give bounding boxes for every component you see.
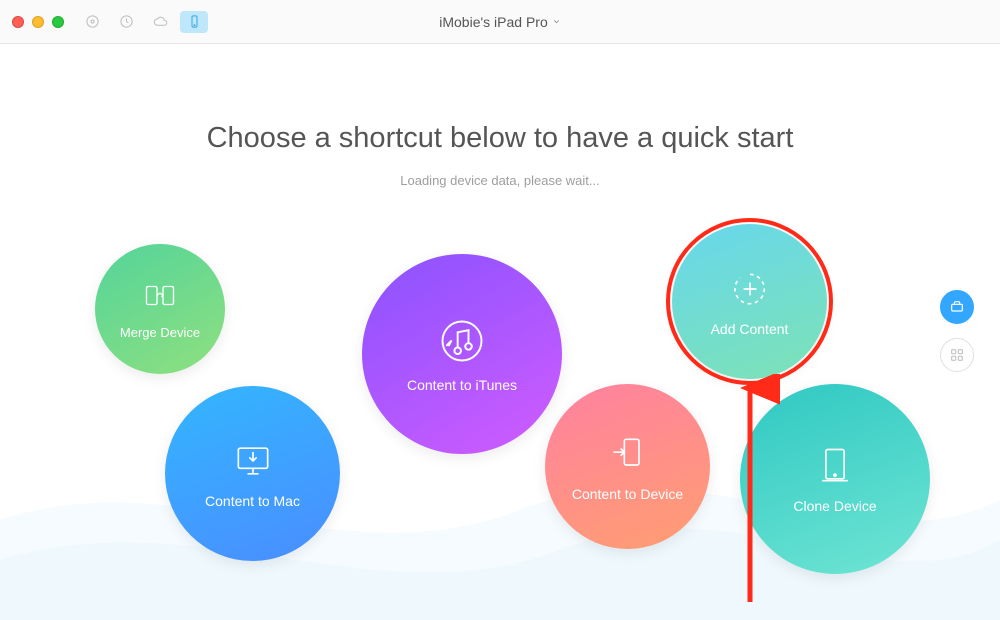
clone-device-label: Clone Device: [793, 498, 876, 514]
status-text: Loading device data, please wait...: [0, 173, 1000, 188]
merge-icon: [142, 279, 178, 315]
content-to-device-bubble[interactable]: Content to Device: [545, 384, 710, 549]
page-title: Choose a shortcut below to have a quick …: [0, 122, 1000, 155]
content-to-itunes-bubble[interactable]: Content to iTunes: [362, 254, 562, 454]
content-to-mac-label: Content to Mac: [205, 493, 300, 509]
titlebar: iMobie's iPad Pro: [0, 0, 1000, 44]
tablet-icon: [813, 444, 857, 488]
categories-mode-button[interactable]: [940, 338, 974, 372]
to-device-icon: [606, 432, 650, 476]
add-content-bubble[interactable]: Add Content: [672, 224, 827, 379]
itunes-icon: [436, 315, 488, 367]
device-selector[interactable]: iMobie's iPad Pro: [0, 14, 1000, 30]
content-to-device-label: Content to Device: [572, 486, 683, 502]
add-icon: [728, 267, 772, 311]
monitor-download-icon: [231, 439, 275, 483]
content-to-mac-bubble[interactable]: Content to Mac: [165, 386, 340, 561]
merge-device-bubble[interactable]: Merge Device: [95, 244, 225, 374]
add-content-label: Add Content: [711, 321, 789, 337]
clone-device-bubble[interactable]: Clone Device: [740, 384, 930, 574]
chevron-down-icon: [552, 17, 561, 26]
shortcuts-mode-button[interactable]: [940, 290, 974, 324]
content-to-itunes-label: Content to iTunes: [407, 377, 517, 393]
view-mode-switch: [940, 290, 974, 372]
main-stage: Choose a shortcut below to have a quick …: [0, 44, 1000, 620]
merge-device-label: Merge Device: [120, 325, 200, 340]
device-name: iMobie's iPad Pro: [439, 14, 548, 30]
